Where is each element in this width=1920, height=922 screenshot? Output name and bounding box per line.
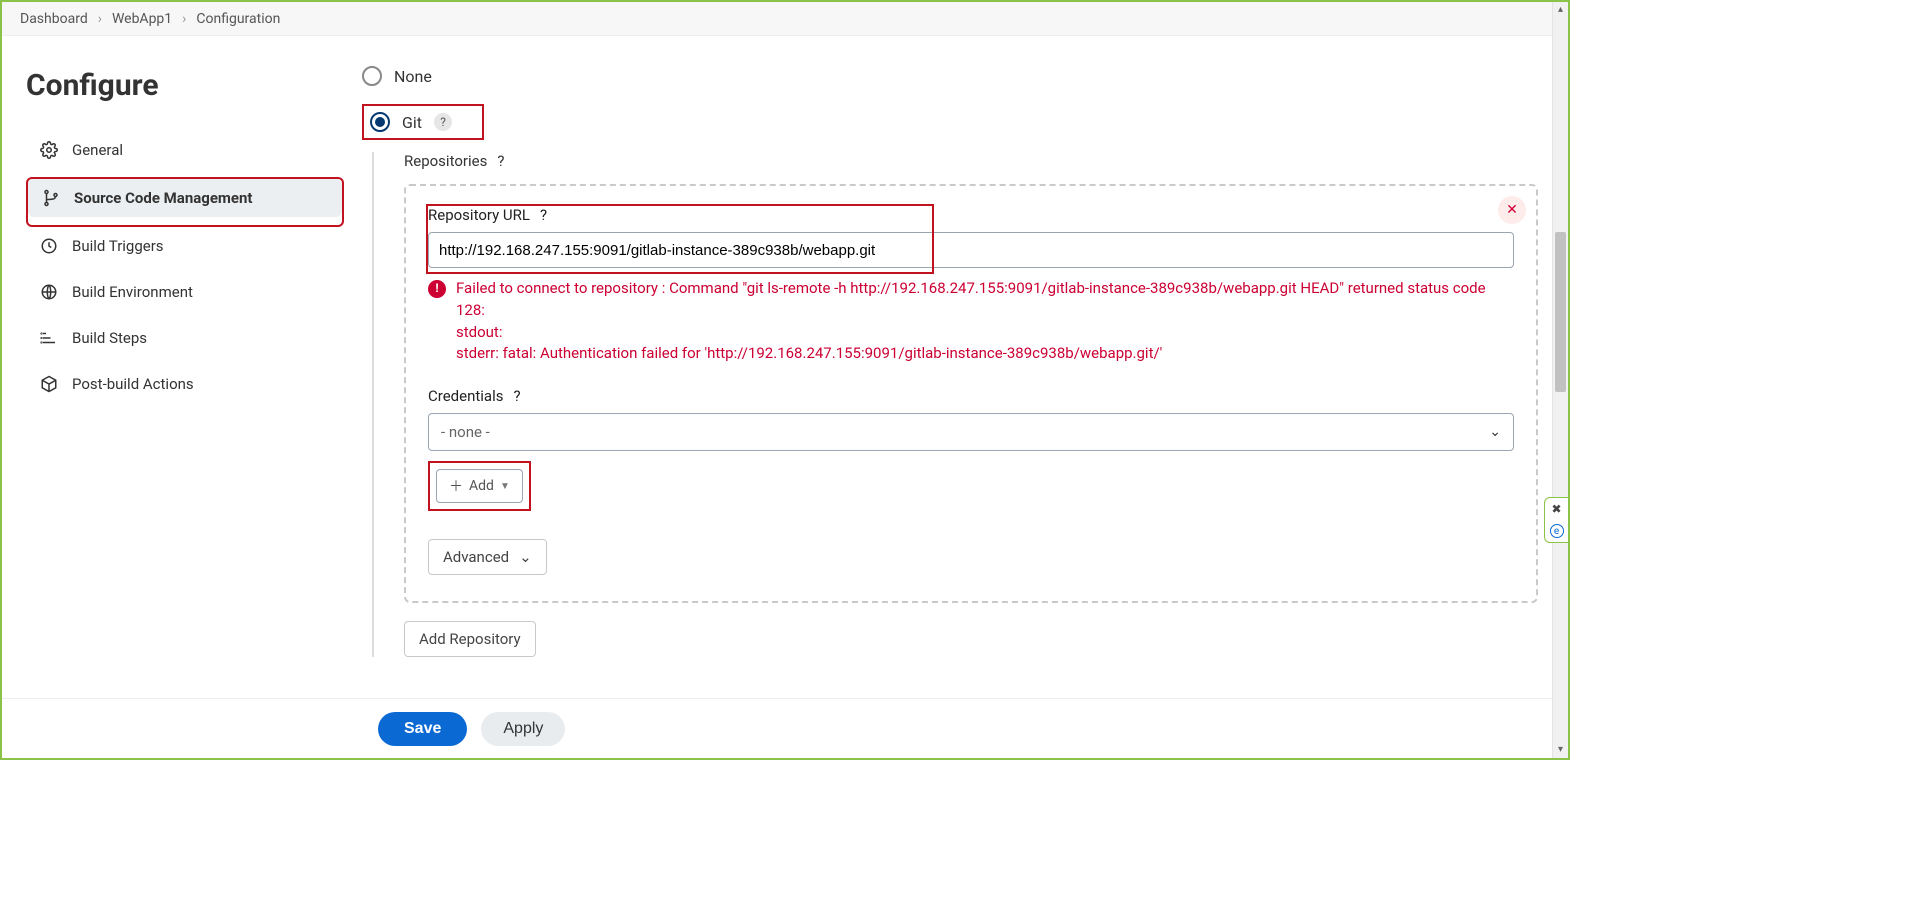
package-icon bbox=[40, 375, 58, 393]
sidebar-item-label: General bbox=[72, 141, 123, 159]
repositories-label: Repositories bbox=[404, 152, 487, 170]
chevron-down-icon: ⌄ bbox=[519, 548, 532, 566]
sidebar-item-label: Post-build Actions bbox=[72, 375, 194, 393]
remove-repo-button[interactable]: ✕ bbox=[1498, 196, 1526, 224]
repo-url-input[interactable] bbox=[428, 232, 1514, 268]
side-widget[interactable]: ✖ e bbox=[1544, 497, 1568, 543]
apply-button[interactable]: Apply bbox=[481, 712, 565, 746]
add-label: Add bbox=[469, 478, 494, 494]
add-credentials-button[interactable]: ＋ Add ▼ bbox=[436, 469, 523, 503]
sidebar-item-build-steps[interactable]: Build Steps bbox=[26, 319, 344, 357]
close-icon[interactable]: ✖ bbox=[1551, 502, 1561, 516]
scm-option-label: Git bbox=[402, 113, 422, 132]
error-line: Failed to connect to repository : Comman… bbox=[456, 278, 1514, 322]
breadcrumb-dashboard[interactable]: Dashboard bbox=[20, 11, 88, 27]
sidebar-item-label: Build Triggers bbox=[72, 237, 164, 255]
help-icon[interactable]: ? bbox=[540, 206, 547, 224]
chevron-right-icon: › bbox=[182, 11, 186, 27]
save-button[interactable]: Save bbox=[378, 712, 467, 746]
chevron-down-icon: ▼ bbox=[500, 481, 510, 492]
steps-icon bbox=[40, 329, 58, 347]
repository-panel: ✕ Repository URL ? ! Failed to connect t… bbox=[404, 184, 1538, 603]
scm-option-label: None bbox=[394, 67, 432, 86]
help-icon[interactable]: ? bbox=[434, 113, 452, 131]
breadcrumb: Dashboard › WebApp1 › Configuration bbox=[2, 2, 1568, 36]
help-icon[interactable]: ? bbox=[513, 387, 520, 405]
help-icon[interactable]: ? bbox=[497, 152, 504, 170]
error-line: stderr: fatal: Authentication failed for… bbox=[456, 343, 1514, 365]
repo-url-label: Repository URL bbox=[428, 206, 530, 224]
repo-error-message: ! Failed to connect to repository : Comm… bbox=[428, 278, 1514, 365]
error-icon: ! bbox=[428, 280, 446, 298]
add-repository-label: Add Repository bbox=[419, 630, 521, 648]
vertical-scrollbar[interactable]: ▴ ▾ bbox=[1552, 2, 1568, 758]
breadcrumb-configuration[interactable]: Configuration bbox=[196, 11, 280, 27]
scroll-down-icon[interactable]: ▾ bbox=[1553, 742, 1568, 758]
chevron-down-icon: ⌄ bbox=[1489, 424, 1501, 440]
scm-option-none[interactable]: None bbox=[362, 66, 1538, 86]
sidebar-item-label: Build Steps bbox=[72, 329, 147, 347]
radio-selected-icon bbox=[370, 112, 390, 132]
gear-icon bbox=[40, 141, 58, 159]
advanced-label: Advanced bbox=[443, 548, 509, 566]
chevron-right-icon: › bbox=[98, 11, 102, 27]
sidebar-item-scm[interactable]: Source Code Management bbox=[28, 179, 342, 217]
footer-actions: Save Apply bbox=[2, 698, 1552, 758]
sidebar-item-label: Source Code Management bbox=[74, 189, 253, 207]
branch-icon bbox=[42, 189, 60, 207]
add-repository-button[interactable]: Add Repository bbox=[404, 621, 536, 657]
scrollbar-thumb[interactable] bbox=[1555, 232, 1566, 392]
sidebar-item-build-env[interactable]: Build Environment bbox=[26, 273, 344, 311]
error-line: stdout: bbox=[456, 322, 1514, 344]
clock-icon bbox=[40, 237, 58, 255]
sidebar-item-label: Build Environment bbox=[72, 283, 193, 301]
credentials-value: - none - bbox=[441, 423, 490, 441]
sidebar-item-build-triggers[interactable]: Build Triggers bbox=[26, 227, 344, 265]
plus-icon: ＋ bbox=[449, 476, 463, 496]
breadcrumb-webapp1[interactable]: WebApp1 bbox=[112, 11, 172, 27]
radio-icon bbox=[362, 66, 382, 86]
scm-option-git[interactable]: Git ? bbox=[370, 112, 452, 132]
page-title: Configure bbox=[26, 68, 344, 103]
scroll-up-icon[interactable]: ▴ bbox=[1553, 2, 1568, 18]
credentials-select[interactable]: - none - ⌄ bbox=[428, 413, 1514, 451]
close-icon: ✕ bbox=[1506, 202, 1518, 218]
globe-icon bbox=[40, 283, 58, 301]
sidebar-item-general[interactable]: General bbox=[26, 131, 344, 169]
advanced-button[interactable]: Advanced ⌄ bbox=[428, 539, 547, 575]
widget-e-icon: e bbox=[1550, 524, 1564, 538]
credentials-label: Credentials bbox=[428, 387, 503, 405]
sidebar-item-post-build[interactable]: Post-build Actions bbox=[26, 365, 344, 403]
